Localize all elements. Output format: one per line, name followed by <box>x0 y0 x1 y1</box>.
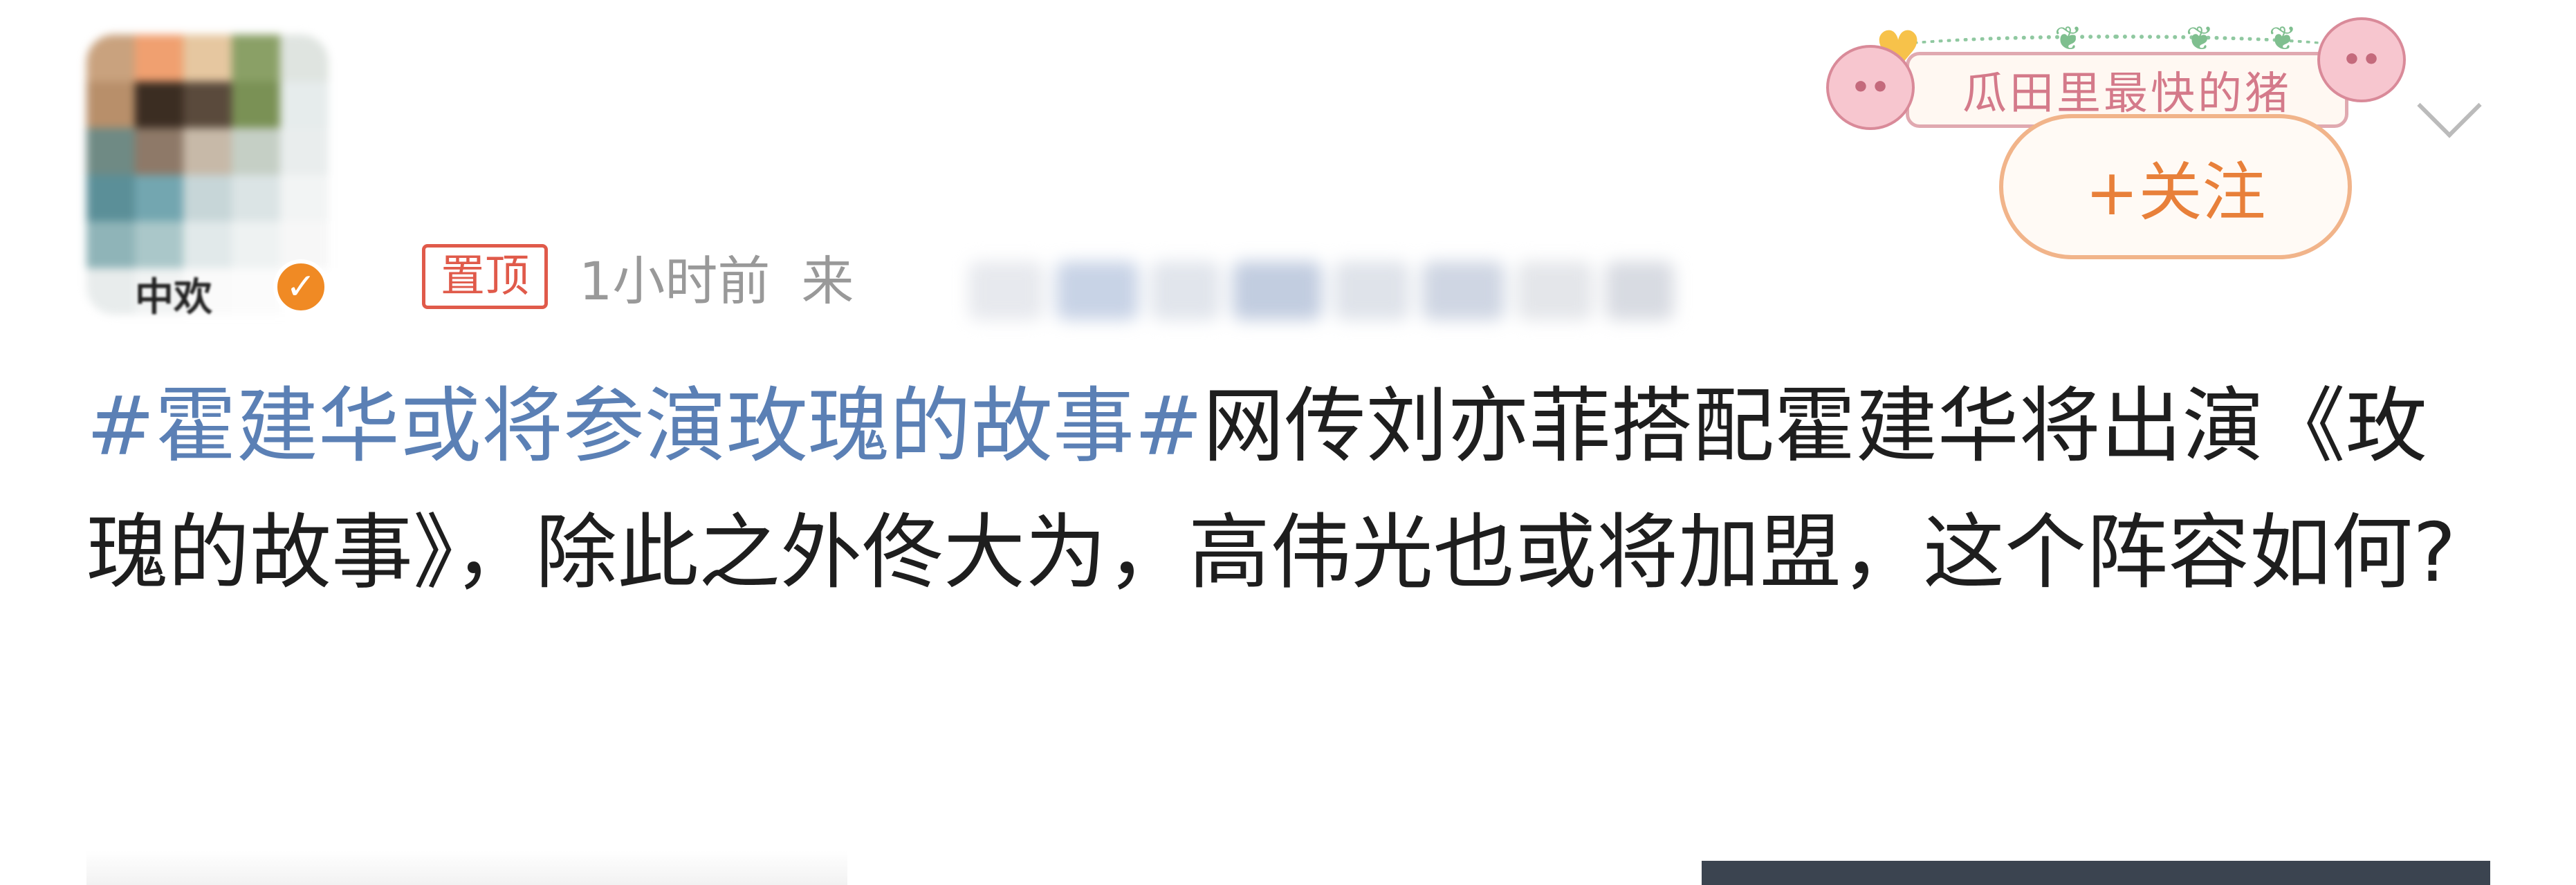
source-prefix: 来 <box>801 250 854 312</box>
source-blurred <box>968 245 1674 335</box>
post-time: 1小时前 <box>579 250 771 312</box>
media-thumbnail[interactable] <box>1702 861 2490 885</box>
pig-icon: •• <box>2317 17 2406 102</box>
verified-icon: ✓ <box>273 259 329 315</box>
follow-button[interactable]: +关注 <box>1999 114 2352 259</box>
username-blurred[interactable] <box>418 97 1408 201</box>
fan-badge-label: 瓜田里最快的猪 <box>1962 68 2292 120</box>
chevron-down-icon[interactable] <box>2417 73 2482 138</box>
post-meta: 置顶 1小时前 来 <box>422 239 854 315</box>
pig-icon: •• <box>1826 45 1915 130</box>
avatar-caption: 中欢 <box>135 275 212 320</box>
post-text: #霍建华或将参演玫瑰的故事#网传刘亦菲搭配霍建华将出演《玫瑰的故事》，除此之外佟… <box>86 363 2487 616</box>
pinned-badge: 置顶 <box>422 244 548 309</box>
hashtag-link[interactable]: #霍建华或将参演玫瑰的故事# <box>86 378 1203 474</box>
next-content-edge <box>86 850 847 885</box>
